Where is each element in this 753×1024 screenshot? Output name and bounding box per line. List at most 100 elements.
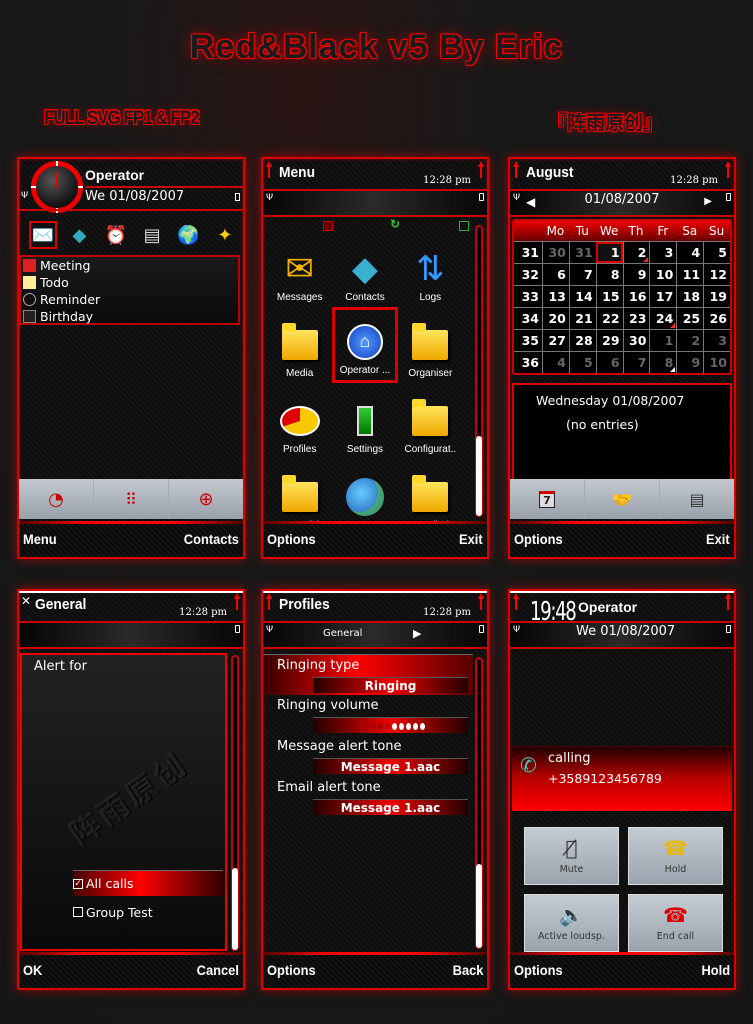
option-group-test[interactable]: Group Test [73, 899, 223, 925]
menu-item-contacts[interactable]: ◆ Contacts [332, 231, 397, 307]
setting-ringing-volume[interactable]: Ringing volume [263, 695, 473, 736]
calendar-day[interactable]: 22 [595, 308, 623, 329]
calendar-day[interactable]: 10 [649, 264, 676, 285]
calendar-day[interactable]: 23 [622, 308, 650, 329]
softkey-left[interactable]: OK [23, 962, 42, 978]
calendar-day[interactable]: 29 [595, 330, 623, 351]
softkey-right[interactable]: Exit [459, 531, 483, 547]
calendar-day[interactable]: 14 [568, 286, 596, 307]
calendar-day[interactable]: 18 [676, 286, 703, 307]
calendar-day[interactable]: 6 [595, 352, 623, 373]
list-item[interactable]: Todo [21, 274, 238, 291]
calendar-day[interactable]: 4 [676, 242, 703, 263]
softkey-left[interactable]: Menu [23, 531, 57, 547]
calendar-day[interactable]: 5 [568, 352, 596, 373]
calendar-day[interactable]: 1 [595, 242, 623, 263]
softkey-right[interactable]: Cancel [197, 962, 239, 978]
calendar-day[interactable]: 30 [542, 242, 569, 263]
calendar-day[interactable]: 26 [703, 308, 730, 329]
contacts-icon[interactable]: ◆ [65, 221, 93, 249]
setting-ringing-type[interactable]: Ringing type Ringing [263, 654, 473, 695]
calendar-day[interactable]: 11 [676, 264, 703, 285]
calendar-day[interactable]: 25 [676, 308, 703, 329]
checkbox-checked-icon[interactable]: ✓ [73, 878, 83, 889]
profile-tab[interactable]: General [323, 628, 362, 639]
calendar-day[interactable]: 19 [703, 286, 730, 307]
scrollbar-thumb[interactable] [476, 436, 482, 516]
list-item[interactable]: Reminder [21, 291, 238, 308]
scrollbar[interactable] [231, 655, 239, 951]
meeting-new-icon[interactable]: 🤝 [585, 479, 660, 519]
softkey-right[interactable]: Hold [701, 962, 730, 978]
calendar-day[interactable]: 9 [676, 352, 703, 373]
scrollbar-thumb[interactable] [476, 864, 482, 948]
calendar-day[interactable]: 2 [622, 242, 650, 263]
hold-button[interactable]: ☎ Hold [628, 827, 723, 885]
softkey-left[interactable]: Options [267, 531, 316, 547]
month-view-icon[interactable]: 7 [510, 479, 585, 519]
calendar-day[interactable]: 8 [595, 264, 623, 285]
menu-item-messages[interactable]: ✉ Messages [267, 231, 332, 307]
menu-item-settings[interactable]: Settings [332, 383, 397, 459]
next-arrow-icon[interactable]: ▶ [704, 196, 712, 207]
calendar-day[interactable]: 2 [676, 330, 703, 351]
menu-item-operator[interactable]: ⌂ Operator ... [332, 307, 398, 383]
menu-item-media[interactable]: Media [267, 307, 332, 383]
loudspeaker-button[interactable]: 🔈 Active loudsp. [524, 894, 619, 952]
volume-slider[interactable] [313, 717, 468, 733]
scrollbar[interactable] [475, 657, 483, 949]
menu-item-profiles[interactable]: Profiles [267, 383, 332, 459]
setting-email-alert-tone[interactable]: Email alert tone Message 1.aac [263, 777, 473, 818]
softkey-right[interactable]: Back [452, 962, 483, 978]
calendar-day[interactable]: 7 [622, 352, 650, 373]
dialpad-icon[interactable]: ⠿ [94, 479, 169, 519]
setting-message-alert-tone[interactable]: Message alert tone Message 1.aac [263, 736, 473, 777]
calendar-day[interactable]: 27 [542, 330, 569, 351]
softkey-right[interactable]: Contacts [184, 531, 239, 547]
menu-item-logs[interactable]: ⇅ Logs [398, 231, 463, 307]
calendar-day[interactable]: 12 [703, 264, 730, 285]
calendar-day[interactable]: 31 [568, 242, 596, 263]
calendar-day[interactable]: 17 [649, 286, 676, 307]
option-all-calls[interactable]: ✓ All calls [73, 870, 223, 896]
end-call-button[interactable]: ☎ End call [628, 894, 723, 952]
close-icon[interactable]: ✕ [21, 594, 31, 608]
softkey-right[interactable]: Exit [706, 531, 730, 547]
logo-icon[interactable]: ◔ [19, 479, 94, 519]
list-item[interactable]: Meeting [21, 257, 238, 274]
calendar-day[interactable]: 21 [568, 308, 596, 329]
calendar-day[interactable]: 1 [649, 330, 676, 351]
messages-icon[interactable]: ✉️ [29, 221, 57, 249]
calendar-day[interactable]: 15 [595, 286, 623, 307]
clock-icon[interactable]: ⏰ [102, 221, 130, 249]
calendar-day[interactable]: 3 [703, 330, 730, 351]
calendar-day[interactable]: 30 [622, 330, 650, 351]
mute-button[interactable]: 🎙̸ Mute [524, 827, 619, 885]
calendar-day[interactable]: 7 [568, 264, 596, 285]
softkey-left[interactable]: Options [267, 962, 316, 978]
calendar-day[interactable]: 20 [542, 308, 569, 329]
menu-item-organiser[interactable]: Organiser [398, 307, 463, 383]
softkey-left[interactable]: Options [514, 962, 563, 978]
calendar-day[interactable]: 28 [568, 330, 596, 351]
calendar-day[interactable]: 13 [542, 286, 569, 307]
calendar-icon[interactable]: ▤ [138, 221, 166, 249]
themes-icon[interactable]: ✦ [211, 221, 239, 249]
calendar-day[interactable]: 4 [542, 352, 569, 373]
note-new-icon[interactable]: ▤ [660, 479, 734, 519]
calendar-day[interactable]: 3 [649, 242, 676, 263]
globe-icon[interactable]: 🌍 [175, 221, 203, 249]
scrollbar[interactable] [475, 225, 483, 517]
checkbox-unchecked-icon[interactable] [73, 907, 83, 917]
scrollbar-thumb[interactable] [232, 868, 238, 950]
calendar-day[interactable]: 5 [703, 242, 730, 263]
contacts-grid-icon[interactable]: ⊕ [169, 479, 243, 519]
calendar-day[interactable]: 16 [622, 286, 650, 307]
calendar-day[interactable]: 6 [542, 264, 569, 285]
list-item[interactable]: Birthday [21, 308, 238, 325]
calendar-day[interactable]: 24 [649, 308, 676, 329]
calendar-day[interactable]: 9 [622, 264, 650, 285]
menu-item-configuration[interactable]: Configurat.. [398, 383, 463, 459]
softkey-left[interactable]: Options [514, 531, 563, 547]
calendar-day[interactable]: 10 [703, 352, 730, 373]
